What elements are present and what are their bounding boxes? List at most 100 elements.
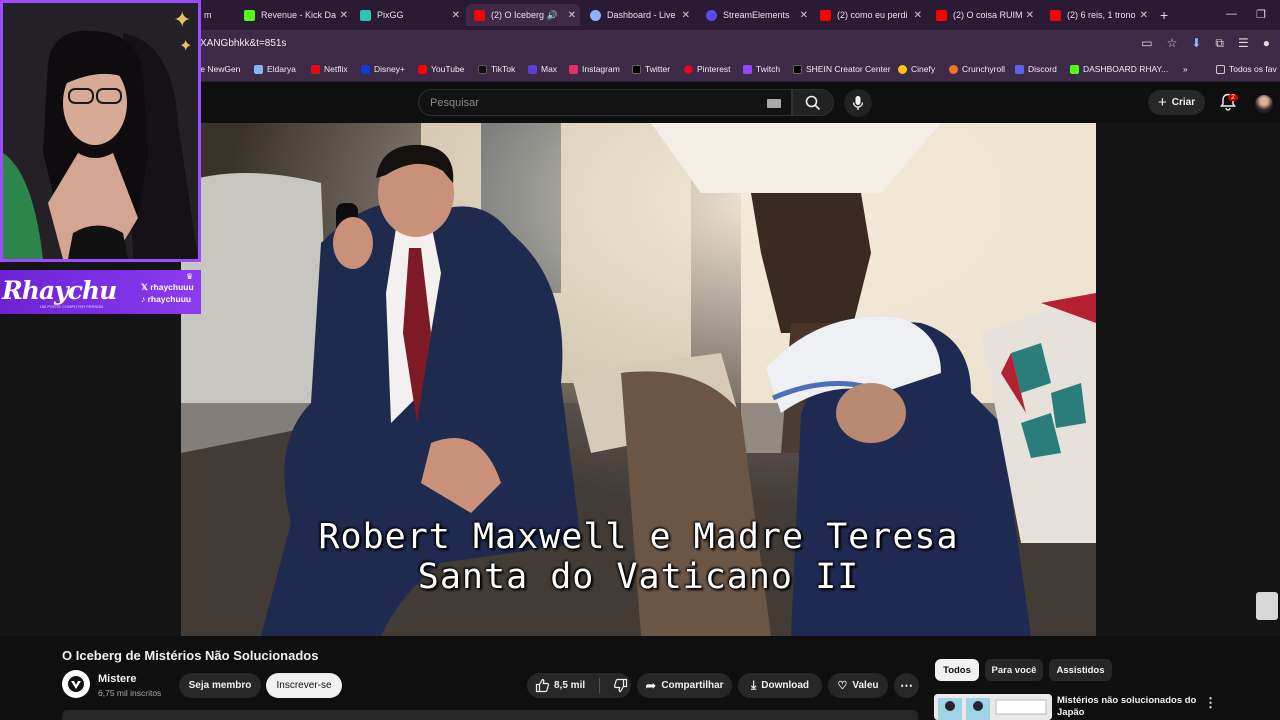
share-button[interactable]: ➦ Compartilhar [637,673,732,698]
bookmark-newgen[interactable]: ce NewGen [196,64,240,74]
plus-icon: + [1158,94,1167,111]
video-title: O Iceberg de Mistérios Não Solucionados [62,648,319,663]
youtube-icon [418,64,427,74]
bookmark-crunchyroll[interactable]: Crunchyroll [949,64,1005,74]
tab-label: StreamElements [723,10,790,20]
bookmark-youtube[interactable]: YouTube [418,64,464,74]
bookmark-shein[interactable]: SHEIN Creator Center [793,64,891,74]
bookmark-discord[interactable]: Discord [1015,64,1057,74]
keyboard-icon[interactable] [767,99,781,108]
subscriber-count: 6,75 mil inscritos [98,688,162,698]
close-tab-icon[interactable]: ✕ [452,10,460,21]
thumbs-down-icon[interactable] [613,678,628,693]
account-avatar[interactable] [1255,95,1273,113]
profile-icon[interactable]: ● [1263,36,1270,51]
bookmark-label: Twitter [645,64,671,74]
close-tab-icon[interactable]: ✕ [1026,10,1034,21]
restore-icon[interactable]: ❐ [1256,8,1266,21]
video-player[interactable]: Robert Maxwell e Madre Teresa Santa do V… [181,123,1096,636]
mini-player-thumbnail[interactable] [1256,592,1278,620]
tiktok-icon: ♪ [141,294,148,304]
tab-streamelements[interactable]: StreamElements ✕ [698,4,812,26]
bookmark-twitch[interactable]: Twitch [743,64,780,74]
disney-icon [361,64,370,74]
tab-partial[interactable]: m [196,4,230,26]
more-bookmarks-icon[interactable]: » [1183,64,1188,74]
close-tab-icon[interactable]: ✕ [914,10,922,21]
recommended-video-thumbnail[interactable] [934,694,1052,720]
search-input[interactable]: Pesquisar [418,89,792,116]
tiktok-icon [478,64,487,74]
twitch-icon [743,64,752,74]
close-tab-icon[interactable]: ✕ [800,10,808,21]
tab-label: (2) O coisa RUIM [953,10,1023,20]
bookmark-label: Crunchyroll [962,64,1005,74]
microphone-icon [852,96,864,110]
bookmark-pinterest[interactable]: Pinterest [684,64,731,74]
minimize-icon[interactable]: — [1226,8,1237,20]
chip-watched[interactable]: Assistidos [1049,659,1112,681]
more-actions-button[interactable]: ⋯ [894,673,919,698]
thanks-button[interactable]: ♡ Valeu [828,673,888,698]
search-placeholder: Pesquisar [430,97,479,109]
bookmark-max[interactable]: Max [528,64,557,74]
more-vertical-icon[interactable]: ⋮ [1204,695,1217,711]
tab-6-reis[interactable]: (2) 6 reis, 1 trono ✕ [1042,4,1152,26]
channel-avatar[interactable] [62,670,90,698]
max-icon [528,64,537,74]
download-icon[interactable]: ⬇ [1191,36,1201,51]
bookmark-dashboard[interactable]: DASHBOARD RHAY... [1070,64,1168,74]
close-tab-icon[interactable]: ✕ [340,10,348,21]
download-button[interactable]: ⤓ Download [738,673,822,698]
voice-search-button[interactable] [844,89,872,117]
tab-pixgg[interactable]: PixGG ✕ [352,4,464,26]
bookmark-tiktok[interactable]: TikTok [478,64,515,74]
create-button[interactable]: + Criar [1148,90,1206,115]
subscribe-button[interactable]: Inscrever-se [266,673,342,698]
pixgg-icon [360,9,371,21]
chip-all[interactable]: Todos [935,659,979,681]
url-field[interactable]: XANGbhkk&t=851s [200,38,286,49]
cast-icon[interactable]: ▭ [1141,36,1152,51]
tab-como-eu-perdi[interactable]: (2) como eu perdi ✕ [812,4,926,26]
chip-for-you[interactable]: Para você [985,659,1043,681]
close-tab-icon[interactable]: ✕ [682,10,690,21]
bookmark-cinefy[interactable]: Cinefy [898,64,935,74]
search-icon [805,95,821,110]
tab-kick-revenue[interactable]: Revenue - Kick Da ✕ [236,4,352,26]
other-bookmarks-folder[interactable]: Todos os fav [1216,64,1277,74]
menu-icon[interactable]: ☰ [1238,36,1249,51]
extensions-icon[interactable]: ⧉ [1215,36,1224,51]
close-tab-icon[interactable]: ✕ [1140,10,1148,21]
join-button[interactable]: Seja membro [179,673,261,698]
bookmark-label: Pinterest [697,64,731,74]
youtube-icon [474,9,485,21]
bookmark-label: Twitch [756,64,781,74]
x-handle-text: rhaychuuu [150,282,194,292]
tab-dashboard-live[interactable]: Dashboard - Live ✕ [582,4,694,26]
netflix-icon [311,64,320,74]
close-tab-icon[interactable]: ✕ [568,10,576,21]
channel-name[interactable]: Mistere [98,673,137,685]
recommended-video-title[interactable]: Mistérios não solucionados do Japão [1057,695,1197,719]
tab-iceberg-active[interactable]: (2) O Iceberg 🔊 ✕ [466,4,580,26]
bookmark-instagram[interactable]: Instagram [569,64,620,74]
bookmark-netflix[interactable]: Netflix [311,64,348,74]
star-icon[interactable]: ☆ [1167,36,1178,51]
tab-label: Dashboard - Live [607,10,676,20]
download-label: Download [761,680,810,691]
speaker-icon[interactable]: 🔊 [547,10,558,21]
search-button[interactable] [792,89,834,116]
globe-icon [590,9,601,21]
bookmark-label: Todos os fav [1229,64,1277,74]
toolbar-icons: ▭ ☆ ⬇ ⧉ ☰ ● [1141,36,1270,51]
bookmark-disney[interactable]: Disney+ [361,64,405,74]
bookmark-eldarya[interactable]: Eldarya [254,64,296,74]
tab-coisa-ruim[interactable]: (2) O coisa RUIM ✕ [928,4,1038,26]
tiktok-handle-text: rhaychuuu [147,294,192,304]
bookmark-twitter[interactable]: Twitter [632,64,670,74]
x-icon [632,64,641,74]
new-tab-icon[interactable]: + [1160,7,1168,23]
like-button[interactable]: 8,5 mil [535,678,585,693]
chip-label: Para você [991,664,1037,676]
